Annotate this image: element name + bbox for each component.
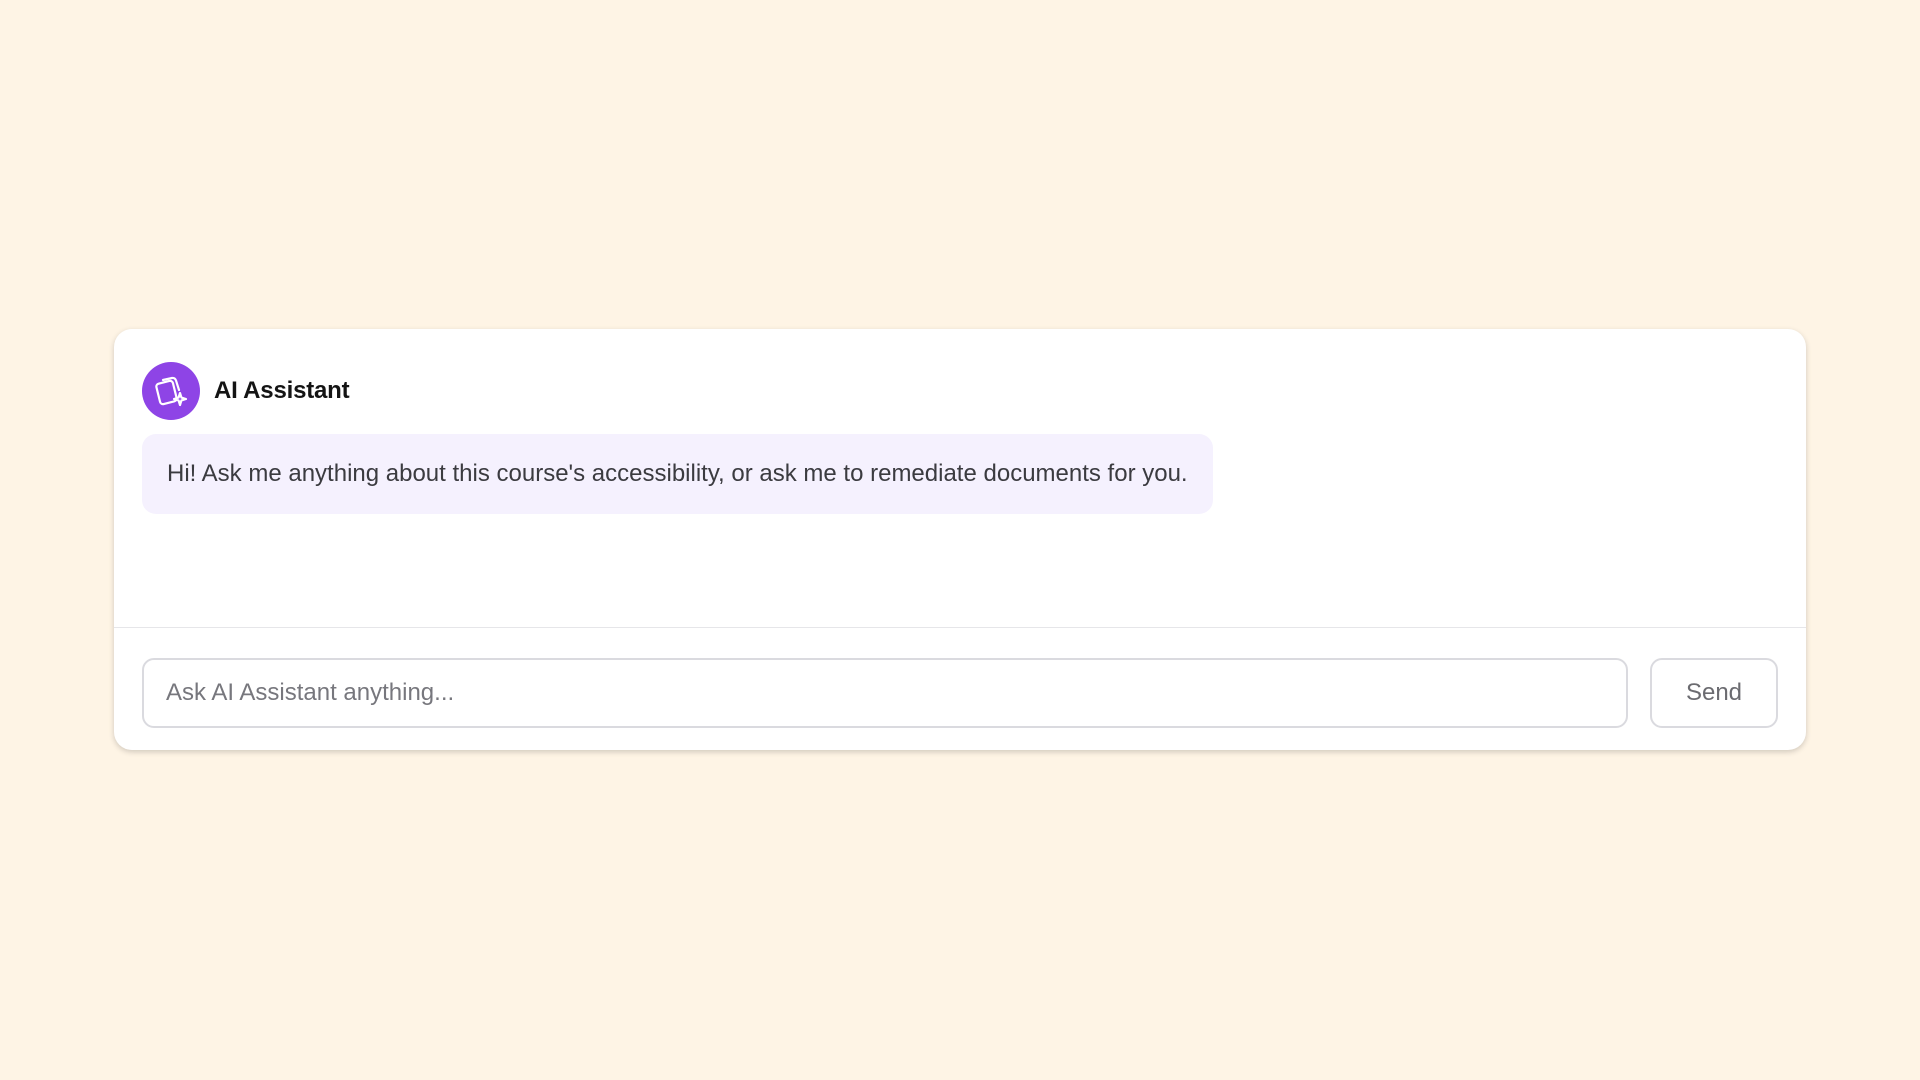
chat-composer: Send — [142, 658, 1778, 728]
chat-message-area: AI Assistant Hi! Ask me anything about t… — [114, 329, 1806, 628]
ai-assistant-chat-panel: AI Assistant Hi! Ask me anything about t… — [114, 329, 1806, 750]
assistant-message-bubble: Hi! Ask me anything about this course's … — [142, 434, 1213, 514]
assistant-avatar — [142, 362, 200, 420]
assistant-name: AI Assistant — [214, 377, 350, 404]
assistant-header: AI Assistant — [142, 362, 350, 420]
document-sparkle-icon — [155, 376, 188, 407]
chat-input[interactable] — [142, 658, 1628, 728]
send-button[interactable]: Send — [1650, 658, 1778, 728]
